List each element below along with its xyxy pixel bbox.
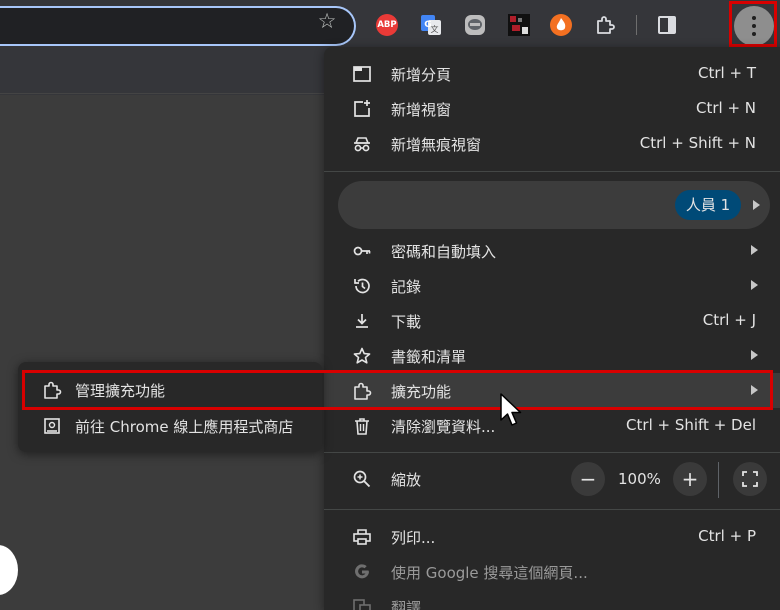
extensions-puzzle-icon[interactable] [594, 14, 616, 36]
google-translate-icon[interactable]: G文 [420, 14, 442, 36]
side-panel-icon[interactable] [658, 16, 676, 34]
menu-item-label: 密碼和自動填入 [391, 243, 497, 261]
trash-icon [355, 418, 369, 435]
download-icon [356, 314, 368, 328]
zoom-divider [718, 462, 719, 498]
menu-item-search-google[interactable]: 使用 Google 搜尋這個網頁... [324, 554, 780, 589]
menu-item-label: 新增視窗 [391, 101, 452, 119]
zoom-out-button[interactable]: − [571, 462, 605, 496]
menu-item-label: 下載 [391, 313, 422, 331]
toolbar-divider [636, 15, 637, 35]
fullscreen-button[interactable] [733, 462, 767, 496]
menu-item-new-tab[interactable]: 新增分頁 Ctrl + T [324, 56, 780, 91]
star-icon [353, 347, 371, 364]
menu-item-new-window[interactable]: 新增視窗 Ctrl + N [324, 91, 780, 126]
menu-item-label: 書籤和清單 [391, 348, 467, 366]
menu-item-shortcut: Ctrl + P [698, 527, 756, 545]
menu-item-history[interactable]: 記錄 [324, 268, 780, 303]
submenu-arrow-icon [751, 245, 758, 255]
menu-item-passwords[interactable]: 密碼和自動填入 [324, 233, 780, 268]
menu-item-print[interactable]: 列印... Ctrl + P [324, 519, 780, 554]
menu-item-profile[interactable]: 人員 1 [338, 181, 770, 229]
page-white-circle [0, 545, 18, 595]
web-store-icon [44, 418, 60, 434]
address-bar[interactable] [0, 6, 356, 46]
menu-item-bookmarks[interactable]: 書籤和清單 [324, 338, 780, 373]
adblock-plus-icon[interactable]: ABP [376, 14, 398, 36]
menu-item-shortcut: Ctrl + Shift + Del [626, 416, 756, 434]
menu-item-zoom: 縮放 − 100% + [324, 461, 780, 499]
printer-icon [353, 529, 371, 545]
submenu-arrow-icon [751, 350, 758, 360]
profile-chip: 人員 1 [675, 190, 741, 220]
submenu-arrow-icon [751, 280, 758, 290]
key-icon [353, 246, 371, 256]
menu-item-downloads[interactable]: 下載 Ctrl + J [324, 303, 780, 338]
bookmark-star-icon[interactable]: ☆ [316, 10, 338, 32]
submenu-item-web-store[interactable]: 前往 Chrome 線上應用程式商店 [18, 407, 322, 443]
menu-separator [324, 452, 780, 453]
menu-item-label: 新增無痕視窗 [391, 136, 482, 154]
chrome-main-menu: 新增分頁 Ctrl + T 新增視窗 Ctrl + N 新增無痕視窗 Ctrl … [324, 47, 780, 610]
menu-item-new-incognito[interactable]: 新增無痕視窗 Ctrl + Shift + N [324, 126, 780, 161]
menu-separator [324, 171, 780, 172]
new-window-icon [354, 100, 370, 117]
menu-item-label: 記錄 [391, 278, 422, 296]
translate-icon [353, 599, 371, 610]
flame-extension-icon[interactable] [550, 14, 572, 36]
incognito-icon [354, 137, 370, 152]
menu-item-shortcut: Ctrl + Shift + N [639, 134, 756, 152]
menu-button-highlight [729, 1, 777, 47]
zoom-in-button[interactable]: + [673, 462, 707, 496]
google-g-icon [355, 564, 369, 579]
menu-item-label: 清除瀏覽資料... [391, 418, 496, 436]
new-tab-icon [353, 66, 371, 82]
mouse-cursor-icon [500, 393, 522, 426]
extensions-highlight [22, 370, 773, 410]
menu-item-shortcut: Ctrl + N [695, 99, 756, 117]
menu-item-translate[interactable]: 翻譯 [324, 589, 780, 610]
menu-item-label: 新增分頁 [391, 66, 452, 84]
menu-item-label: 翻譯 [391, 599, 422, 610]
menu-item-clear-data[interactable]: 清除瀏覽資料... Ctrl + Shift + Del [324, 408, 780, 443]
dark-extension-icon[interactable] [508, 14, 530, 36]
menu-separator [324, 509, 780, 510]
browser-toolbar: ☆ ABP G文 [0, 0, 780, 52]
zoom-level: 100% [618, 470, 661, 488]
menu-item-label: 縮放 [391, 471, 422, 489]
line-icon[interactable] [464, 14, 486, 36]
zoom-icon [353, 470, 371, 488]
fullscreen-icon [742, 471, 758, 487]
submenu-item-label: 前往 Chrome 線上應用程式商店 [75, 418, 294, 436]
menu-item-shortcut: Ctrl + T [698, 64, 756, 82]
menu-item-label: 使用 Google 搜尋這個網頁... [391, 564, 588, 582]
menu-item-label: 列印... [391, 529, 436, 547]
history-icon [354, 278, 370, 294]
menu-item-shortcut: Ctrl + J [702, 311, 756, 329]
submenu-arrow-icon [753, 200, 760, 210]
svg-text:文: 文 [431, 24, 439, 34]
